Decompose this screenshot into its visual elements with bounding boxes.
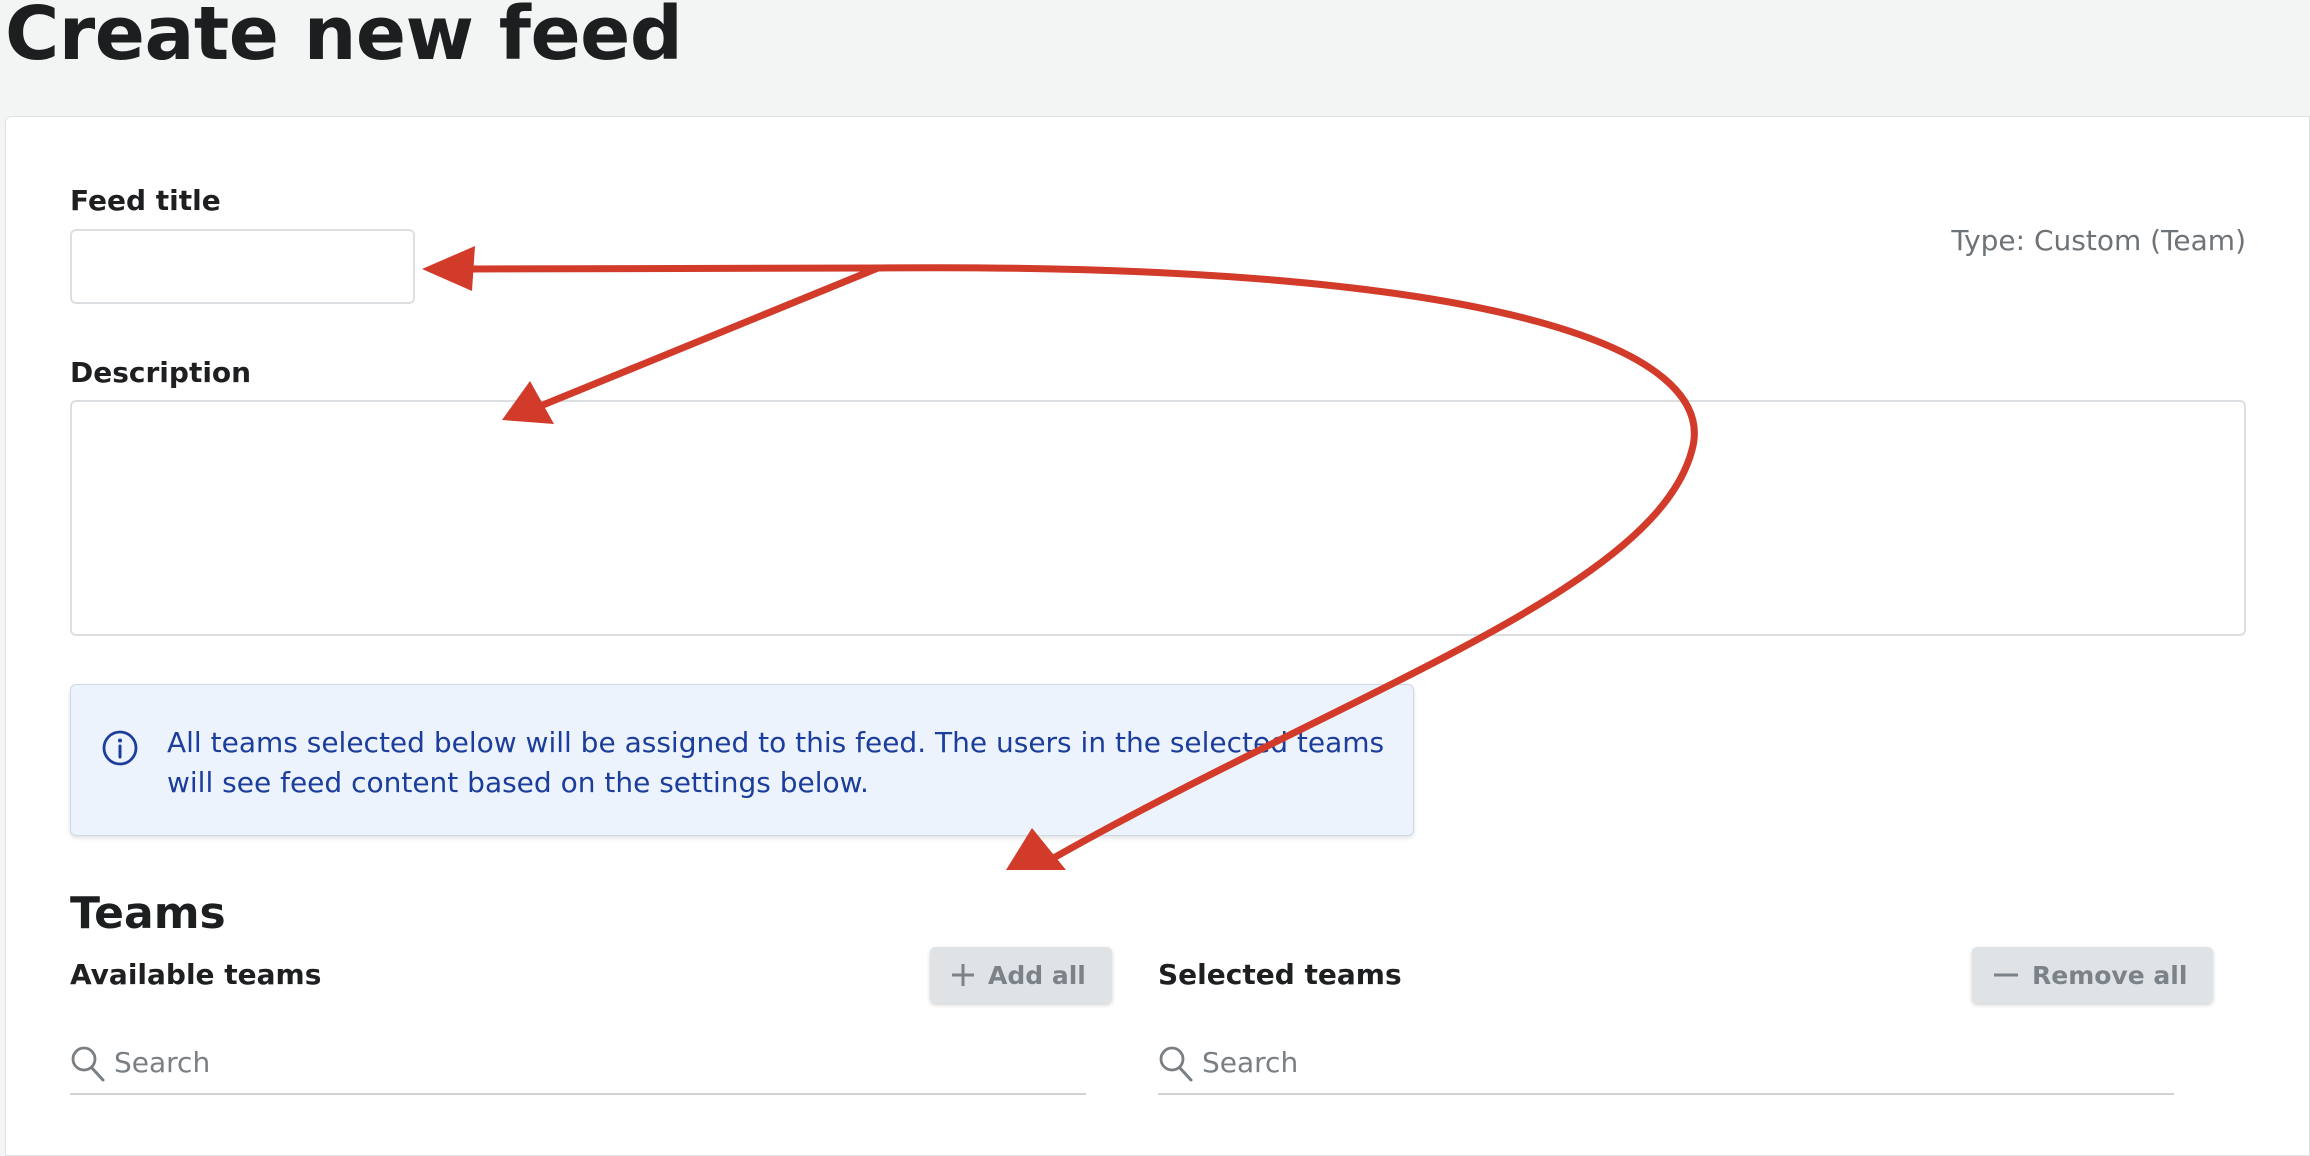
description-label: Description xyxy=(70,356,252,389)
selected-teams-search xyxy=(1158,1033,2174,1095)
teams-section-title: Teams xyxy=(70,888,226,939)
feed-type-text: Type: Custom (Team) xyxy=(1951,224,2246,257)
info-circle-icon xyxy=(102,730,138,766)
selected-teams-label: Selected teams xyxy=(1158,958,1402,991)
remove-all-button[interactable]: Remove all xyxy=(1972,947,2214,1003)
add-all-button[interactable]: Add all xyxy=(930,947,1112,1003)
available-teams-label: Available teams xyxy=(70,958,322,991)
search-icon xyxy=(1159,1046,1193,1082)
info-banner: All teams selected below will be assigne… xyxy=(70,684,1414,836)
feed-title-label: Feed title xyxy=(70,184,221,217)
page-title: Create new feed xyxy=(5,0,683,77)
description-textarea[interactable] xyxy=(70,400,2246,636)
selected-teams-search-input[interactable] xyxy=(1202,1039,2168,1085)
search-icon xyxy=(71,1046,105,1082)
plus-icon xyxy=(952,964,974,986)
available-teams-search xyxy=(70,1033,1086,1095)
remove-all-label: Remove all xyxy=(2032,960,2188,990)
add-all-label: Add all xyxy=(988,960,1086,990)
feed-title-input[interactable] xyxy=(70,229,415,304)
minus-icon xyxy=(1994,973,2018,977)
info-text: All teams selected below will be assigne… xyxy=(167,726,1385,799)
available-teams-search-input[interactable] xyxy=(114,1039,1080,1085)
